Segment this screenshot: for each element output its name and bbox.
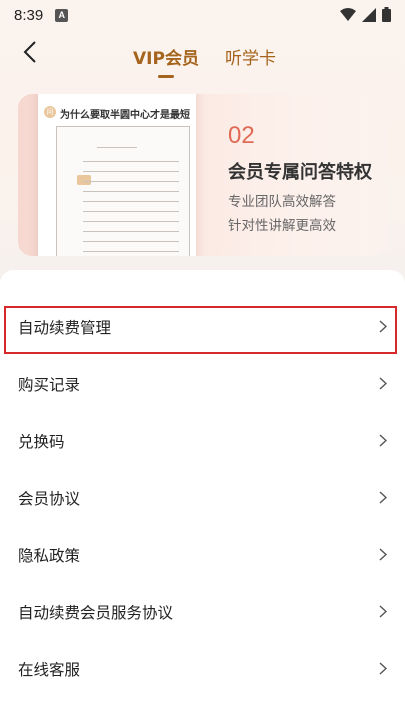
menu-item-redeem-code[interactable]: 兑换码: [0, 412, 405, 469]
menu-item-label: 自动续费会员服务协议: [18, 603, 174, 622]
sample-document-card: 问 为什么要取半圆中心才是最短: [38, 94, 196, 256]
status-bar: 8:39 A: [0, 0, 405, 30]
active-tab-indicator: [158, 75, 174, 78]
menu-item-label: 兑换码: [18, 432, 65, 451]
menu-item-label: 自动续费管理: [18, 318, 112, 337]
chevron-right-icon: [377, 434, 389, 448]
chevron-right-icon: [377, 320, 389, 334]
menu-item-auto-renewal-management[interactable]: 自动续费管理: [0, 298, 405, 355]
doc-line: [83, 211, 179, 212]
doc-line: [83, 201, 179, 202]
menu-item-purchase-records[interactable]: 购买记录: [0, 355, 405, 412]
banner-number: 02: [228, 122, 255, 149]
doc-line: [97, 147, 137, 148]
chevron-right-icon: [377, 491, 389, 505]
doc-sheet: [56, 126, 190, 256]
notification-icon: A: [55, 8, 69, 22]
menu-item-member-agreement[interactable]: 会员协议: [0, 469, 405, 526]
menu-item-label: 在线客服: [18, 660, 81, 679]
doc-line: [83, 181, 179, 182]
chevron-right-icon: [377, 377, 389, 391]
doc-line: [83, 231, 179, 232]
signal-icon: [362, 7, 376, 26]
menu-item-label: 购买记录: [18, 375, 81, 394]
doc-line: [83, 221, 179, 222]
back-button[interactable]: [14, 38, 46, 70]
doc-line: [83, 241, 179, 242]
doc-line: [83, 191, 179, 192]
chevron-right-icon: [377, 548, 389, 562]
tab-vip-member[interactable]: VIP会员: [133, 44, 199, 69]
status-icons: [340, 7, 391, 26]
back-arrow-icon: [23, 41, 37, 67]
battery-icon: [382, 7, 391, 26]
privilege-banner[interactable]: 问 为什么要取半圆中心才是最短 02 会员专属问答特权 专业团队高效解答 针对性…: [18, 94, 388, 256]
banner-subtitle: 针对性讲解更高效: [228, 218, 336, 234]
top-nav: VIP会员 听学卡: [0, 36, 405, 86]
menu-item-label: 隐私政策: [18, 546, 81, 565]
answer-badge-icon: [77, 175, 91, 185]
banner-title: 会员专属问答特权: [228, 162, 372, 183]
chevron-right-icon: [377, 662, 389, 676]
status-time: 8:39: [14, 6, 44, 24]
menu-item-label: 会员协议: [18, 489, 81, 508]
tab-listening-card[interactable]: 听学卡: [225, 44, 276, 69]
menu-item-auto-renewal-agreement[interactable]: 自动续费会员服务协议: [0, 583, 405, 640]
doc-line: [83, 251, 179, 252]
doc-title: 为什么要取半圆中心才是最短: [60, 110, 190, 121]
doc-line: [83, 171, 179, 172]
doc-line: [83, 161, 179, 162]
banner-subtitle: 专业团队高效解答: [228, 194, 336, 210]
wifi-icon: [340, 7, 356, 26]
chevron-right-icon: [377, 605, 389, 619]
settings-menu: 自动续费管理 购买记录 兑换码 会员协议 隐私政策 自动续费会员服务协议 在线客…: [0, 270, 405, 720]
menu-item-online-support[interactable]: 在线客服: [0, 640, 405, 697]
menu-item-privacy-policy[interactable]: 隐私政策: [0, 526, 405, 583]
question-icon: 问: [44, 106, 56, 118]
